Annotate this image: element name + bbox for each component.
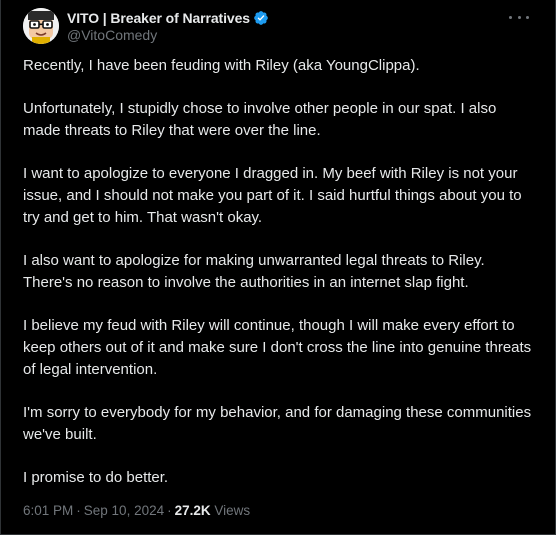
tweet-paragraph: I believe my feud with Riley will contin… [23,317,532,378]
views-count[interactable]: 27.2K [175,503,211,518]
tweet-date[interactable]: Sep 10, 2024 [84,503,164,518]
verified-badge-icon[interactable] [253,10,269,26]
dot-icon [517,15,521,19]
dot-icon [526,15,529,19]
tweet-paragraph: Recently, I have been feuding with Riley… [23,57,420,74]
tweet-paragraph: I'm sorry to everybody for my behavior, … [23,404,532,443]
meta-separator: · [167,503,172,518]
display-name[interactable]: VITO | Breaker of Narratives [67,10,250,26]
tweet-time[interactable]: 6:01 PM [23,503,73,518]
author-names: VITO | Breaker of Narratives @VitoComedy [67,9,269,43]
cartoon-face-avatar-icon [23,8,59,44]
tweet-paragraph: I want to apologize to everyone I dragge… [23,165,522,226]
meta-separator: · [76,503,81,518]
tweet-header: VITO | Breaker of Narratives @VitoComedy [23,8,539,44]
tweet-paragraph: I promise to do better. [23,469,169,486]
more-horizontal-icon[interactable] [509,9,529,25]
dot-icon [509,15,512,19]
author-handle[interactable]: @VitoComedy [67,27,269,43]
display-name-row: VITO | Breaker of Narratives [67,9,269,26]
tweet-paragraph: I also want to apologize for making unwa… [23,252,485,291]
views-label: Views [214,503,251,518]
tweet-paragraph: Unfortunately, I stupidly chose to invol… [23,100,497,139]
avatar[interactable] [23,8,59,44]
tweet-card: VITO | Breaker of Narratives @VitoComedy… [0,0,556,535]
tweet-text: Recently, I have been feuding with Riley… [23,55,535,510]
tweet-meta: 6:01 PM · Sep 10, 2024 · 27.2K Views [23,503,250,518]
